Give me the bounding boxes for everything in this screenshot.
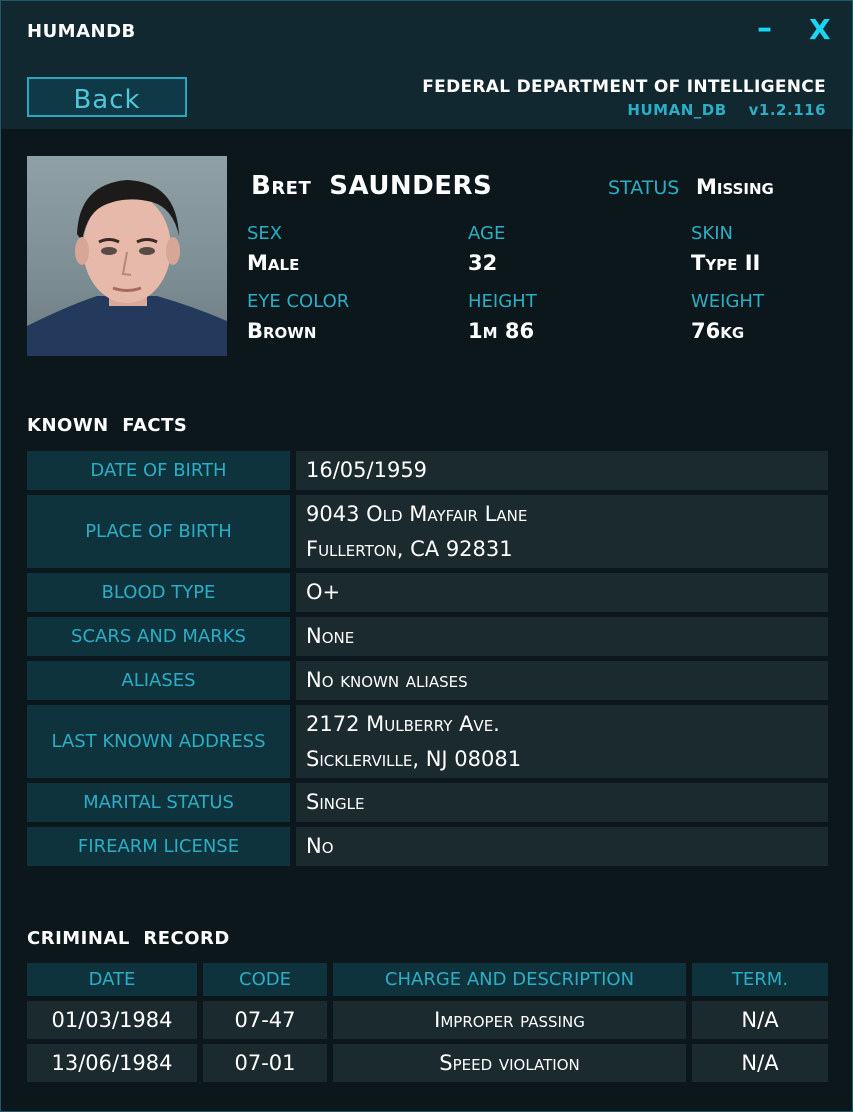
- table-header-row: DATE CODE CHARGE AND DESCRIPTION TERM.: [27, 963, 828, 996]
- fact-row: DATE OF BIRTH 16/05/1959: [27, 451, 828, 490]
- table-row: 13/06/1984 07-01 Speed violation N/A: [27, 1044, 828, 1082]
- fact-value: None: [296, 617, 828, 656]
- fact-line: 2172 Mulberry Ave.: [306, 711, 500, 736]
- subject-photo: [27, 156, 227, 356]
- fact-value: Single: [296, 783, 828, 822]
- eye-color-label: EYE COLOR: [247, 291, 350, 312]
- portrait-image: [27, 180, 227, 356]
- weight-value: 76kg: [691, 319, 745, 343]
- db-version-line: HUMAN_DB v1.2.116: [627, 101, 826, 119]
- skin-label: SKIN: [691, 223, 734, 244]
- agency-name: FEDERAL DEPARTMENT OF INTELLIGENCE: [422, 77, 826, 97]
- fact-label: LAST KNOWN ADDRESS: [27, 705, 290, 778]
- fact-value: 2172 Mulberry Ave. Sicklerville, NJ 08081: [296, 705, 828, 778]
- age-label: AGE: [468, 223, 506, 244]
- fact-row: PLACE OF BIRTH 9043 Old Mayfair Lane Full…: [27, 495, 828, 568]
- record-date: 01/03/1984: [27, 1001, 197, 1039]
- record-term: N/A: [692, 1044, 828, 1082]
- fact-label: FIREARM LICENSE: [27, 827, 290, 866]
- humandb-window: HUMANDB – X Back FEDERAL DEPARTMENT OF I…: [0, 0, 853, 1112]
- status-label: STATUS: [608, 177, 680, 199]
- age-value: 32: [468, 251, 498, 275]
- minimize-icon[interactable]: –: [757, 11, 772, 46]
- column-header-charge: CHARGE AND DESCRIPTION: [333, 963, 686, 996]
- column-header-date: DATE: [27, 963, 197, 996]
- record-term: N/A: [692, 1001, 828, 1039]
- weight-label: WEIGHT: [691, 291, 764, 312]
- close-icon[interactable]: X: [809, 13, 831, 46]
- known-facts-title: KNOWN FACTS: [27, 415, 188, 436]
- record-code: 07-01: [203, 1044, 327, 1082]
- fact-line: O+: [306, 580, 341, 604]
- fact-label: MARITAL STATUS: [27, 783, 290, 822]
- sex-label: SEX: [247, 223, 283, 244]
- record-date: 13/06/1984: [27, 1044, 197, 1082]
- column-header-term: TERM.: [692, 963, 828, 996]
- fact-line: No known aliases: [306, 668, 468, 692]
- criminal-record-title: CRIMINAL RECORD: [27, 928, 230, 949]
- known-facts-table: DATE OF BIRTH 16/05/1959 PLACE OF BIRTH …: [27, 451, 828, 871]
- criminal-record-table: DATE CODE CHARGE AND DESCRIPTION TERM. 0…: [27, 963, 828, 1087]
- record-code: 07-47: [203, 1001, 327, 1039]
- fact-row: BLOOD TYPE O+: [27, 573, 828, 612]
- fact-line: 16/05/1959: [306, 458, 428, 482]
- fact-line: Single: [306, 790, 365, 814]
- sex-value: Male: [247, 251, 300, 275]
- first-name: Bret: [251, 171, 312, 201]
- subject-name: Bret SAUNDERS: [251, 171, 492, 201]
- fact-value: 9043 Old Mayfair Lane Fullerton, CA 92831: [296, 495, 828, 568]
- app-title: HUMANDB: [27, 21, 136, 42]
- back-button[interactable]: Back: [27, 77, 187, 117]
- fact-value: No known aliases: [296, 661, 828, 700]
- db-name: HUMAN_DB: [627, 101, 727, 119]
- fact-row: MARITAL STATUS Single: [27, 783, 828, 822]
- fact-line: No: [306, 834, 334, 858]
- fact-value: O+: [296, 573, 828, 612]
- fact-value: 16/05/1959: [296, 451, 828, 490]
- column-header-code: CODE: [203, 963, 327, 996]
- fact-line: Fullerton, CA 92831: [306, 536, 513, 561]
- fact-row: LAST KNOWN ADDRESS 2172 Mulberry Ave. Sic…: [27, 705, 828, 778]
- table-row: 01/03/1984 07-47 Improper passing N/A: [27, 1001, 828, 1039]
- fact-line: Sicklerville, NJ 08081: [306, 746, 522, 771]
- fact-label: BLOOD TYPE: [27, 573, 290, 612]
- fact-label: PLACE OF BIRTH: [27, 495, 290, 568]
- fact-label: SCARS AND MARKS: [27, 617, 290, 656]
- record-charge: Improper passing: [333, 1001, 686, 1039]
- db-version: v1.2.116: [748, 101, 826, 119]
- status-value: Missing: [696, 175, 774, 199]
- fact-line: None: [306, 624, 355, 648]
- skin-value: Type II: [691, 251, 761, 275]
- record-charge: Speed violation: [333, 1044, 686, 1082]
- last-name: SAUNDERS: [329, 171, 493, 201]
- fact-row: FIREARM LICENSE No: [27, 827, 828, 866]
- height-value: 1m 86: [468, 319, 535, 343]
- eye-color-value: Brown: [247, 319, 317, 343]
- fact-line: 9043 Old Mayfair Lane: [306, 501, 528, 526]
- fact-label: ALIASES: [27, 661, 290, 700]
- height-label: HEIGHT: [468, 291, 537, 312]
- fact-row: SCARS AND MARKS None: [27, 617, 828, 656]
- fact-label: DATE OF BIRTH: [27, 451, 290, 490]
- fact-value: No: [296, 827, 828, 866]
- fact-row: ALIASES No known aliases: [27, 661, 828, 700]
